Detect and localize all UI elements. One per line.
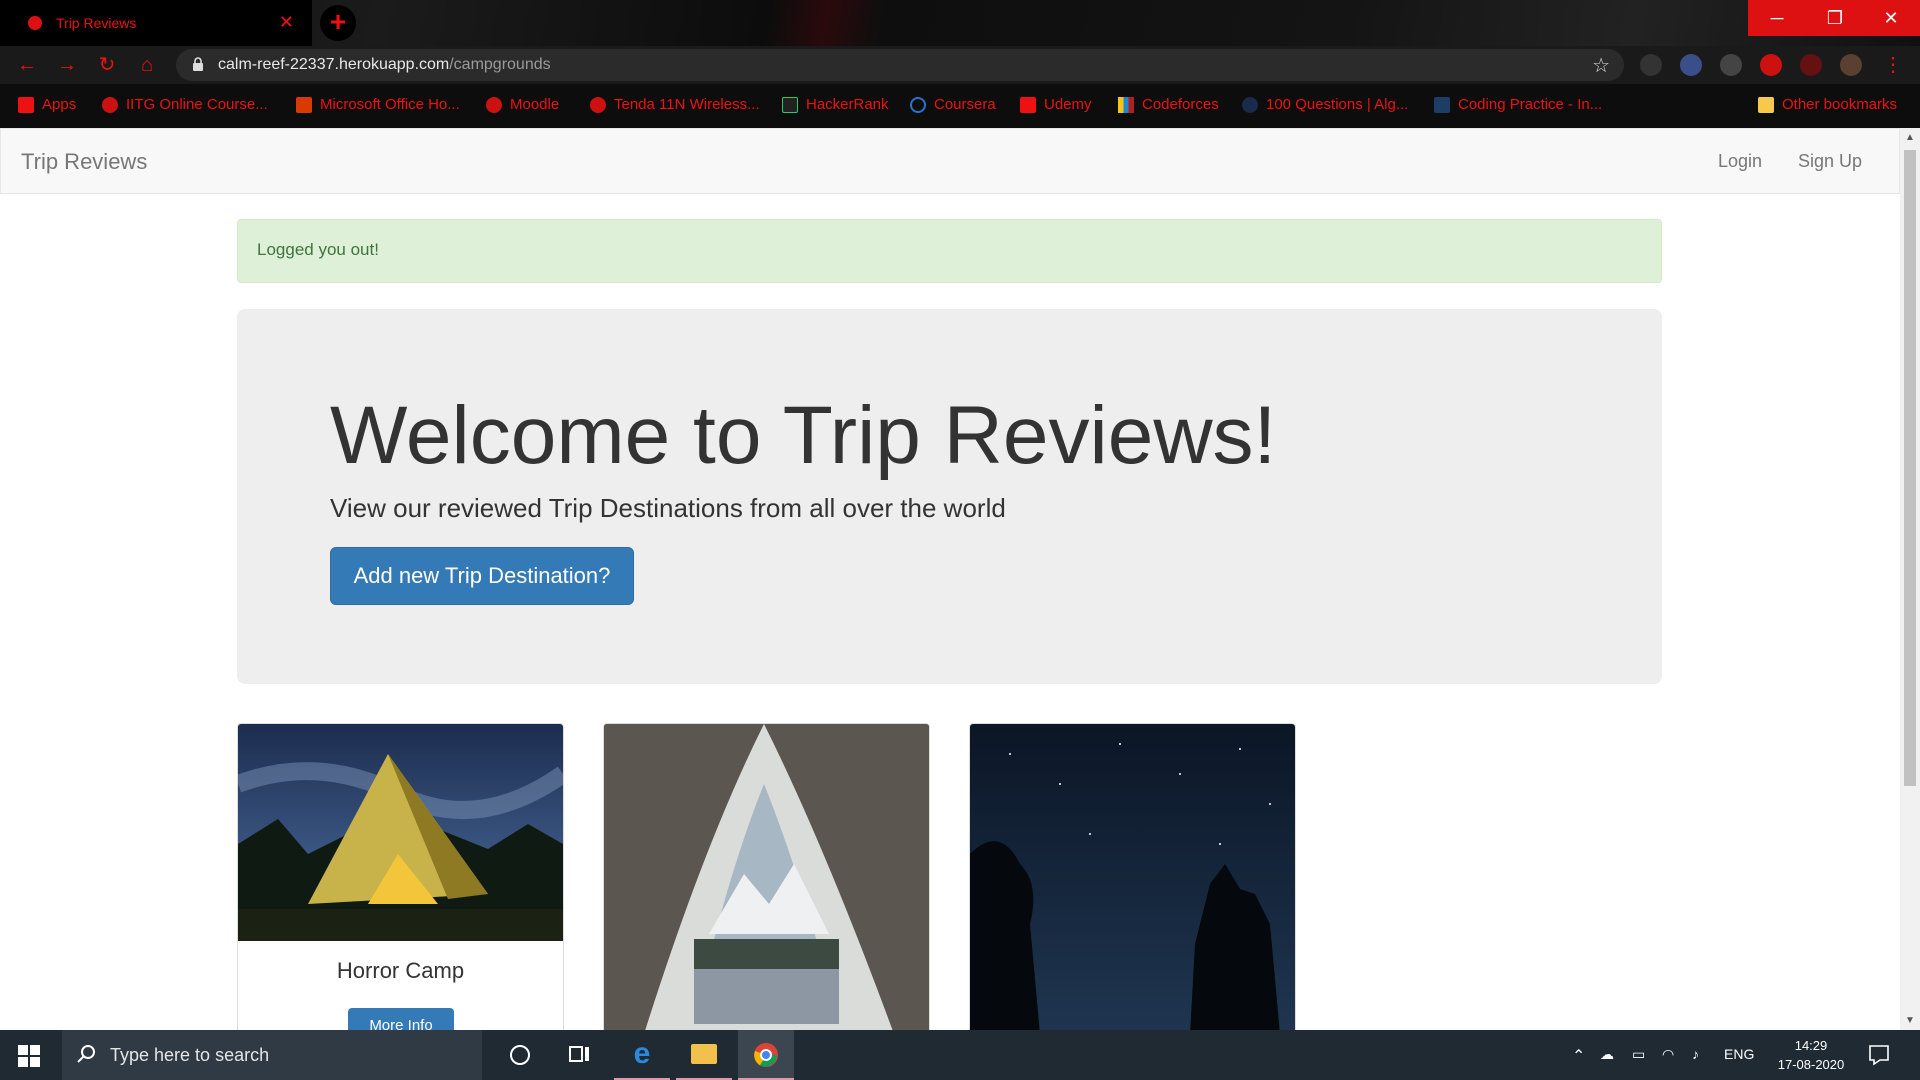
address-bar[interactable]: calm-reef-22337.herokuapp.com/campground…	[176, 49, 1624, 81]
coursera-icon	[910, 96, 926, 113]
hackerrank-icon	[782, 96, 798, 113]
folder-icon	[1758, 96, 1774, 113]
bookmark-star-icon[interactable]: ☆	[1592, 53, 1610, 78]
logout-alert: Logged you out!	[237, 219, 1662, 283]
destination-image[interactable]	[604, 724, 929, 1030]
home-icon[interactable]: ⌂	[134, 52, 160, 78]
page-title: Welcome to Trip Reviews!	[330, 390, 1277, 481]
signup-link[interactable]: Sign Up	[1798, 151, 1862, 172]
clock-date: 17-08-2020	[1777, 1057, 1845, 1072]
destination-card	[603, 723, 930, 1030]
volume-icon[interactable]: ♪	[1692, 1046, 1699, 1062]
office-icon	[296, 96, 312, 113]
bookmark-office[interactable]: Microsoft Office Ho...	[296, 96, 460, 113]
close-tab-icon[interactable]: ✕	[279, 12, 294, 33]
bookmark-tenda[interactable]: Tenda 11N Wireless...	[590, 96, 760, 113]
bookmark-coursera[interactable]: Coursera	[910, 96, 996, 113]
scroll-down-icon[interactable]: ▼	[1905, 1015, 1915, 1026]
destination-image[interactable]	[970, 724, 1295, 1030]
bookmark-codeforces[interactable]: Codeforces	[1118, 96, 1219, 113]
puzzle-extension-icon[interactable]	[1760, 54, 1782, 76]
battery-icon[interactable]: ▭	[1632, 1046, 1645, 1063]
browser-tab[interactable]: Trip Reviews ✕	[0, 0, 312, 46]
taskbar-search-box[interactable]: Type here to search	[62, 1030, 482, 1080]
login-link[interactable]: Login	[1718, 151, 1762, 172]
bookmark-apps[interactable]: Apps	[18, 96, 76, 113]
destination-card	[969, 723, 1296, 1030]
bookmarks-bar: Apps IITG Online Course... Microsoft Off…	[0, 84, 1920, 128]
task-view-icon[interactable]	[552, 1030, 608, 1080]
udemy-icon	[1020, 96, 1036, 113]
bookmark-hackerrank[interactable]: HackerRank	[782, 96, 889, 113]
destination-image[interactable]	[238, 724, 563, 941]
close-window-button[interactable]: ✕	[1862, 0, 1920, 36]
interviewbit-icon	[1434, 96, 1450, 113]
menu-dots-icon[interactable]: ⋮	[1880, 52, 1906, 78]
tab-favicon-icon	[26, 14, 44, 32]
windows-start-icon[interactable]	[18, 1045, 40, 1067]
chrome-icon[interactable]	[738, 1030, 794, 1080]
file-explorer-icon[interactable]	[676, 1030, 732, 1080]
page-subtitle: View our reviewed Trip Destinations from…	[330, 493, 1006, 523]
apps-grid-icon	[18, 96, 34, 113]
page-scrollbar[interactable]: ▲ ▼	[1900, 128, 1920, 1030]
add-destination-button[interactable]: Add new Trip Destination?	[330, 547, 634, 605]
profile-avatar[interactable]	[1840, 54, 1862, 76]
tab-title: Trip Reviews	[56, 15, 137, 31]
bookmark-other[interactable]: Other bookmarks	[1758, 96, 1897, 113]
cursor-extension-icon[interactable]	[1680, 54, 1702, 76]
browser-tab-strip: Trip Reviews ✕ + ─ ❐ ✕	[0, 0, 1920, 46]
codeforces-icon	[1118, 96, 1134, 113]
taskbar-clock[interactable]: 14:29 17-08-2020	[1774, 1036, 1848, 1074]
edge-icon[interactable]: e	[614, 1030, 670, 1080]
destination-name: Horror Camp	[336, 958, 465, 983]
new-tab-button[interactable]: +	[320, 5, 356, 41]
windows-taskbar: Type here to search e ⌃ ☁ ▭ ◠ ♪ ENG 14:2…	[0, 1030, 1920, 1080]
browser-toolbar: ← → ↻ ⌂ calm-reef-22337.herokuapp.com/ca…	[0, 46, 1920, 84]
destination-card: Horror Camp More Info	[237, 723, 564, 1030]
scroll-up-icon[interactable]: ▲	[1905, 132, 1915, 143]
bookmark-iitg[interactable]: IITG Online Course...	[102, 96, 268, 113]
welcome-jumbotron: Welcome to Trip Reviews! View our review…	[237, 309, 1662, 684]
scrollbar-thumb[interactable]	[1904, 150, 1916, 786]
globe-icon	[590, 96, 606, 113]
bookmark-moodle[interactable]: Moodle	[486, 96, 559, 113]
restore-button[interactable]: ❐	[1806, 0, 1864, 36]
more-info-button[interactable]: More Info	[348, 1008, 454, 1030]
wifi-icon[interactable]: ◠	[1662, 1046, 1674, 1063]
react-extension-icon[interactable]	[1720, 54, 1742, 76]
reload-icon[interactable]: ↻	[94, 52, 120, 78]
navbar-brand[interactable]: Trip Reviews	[21, 149, 147, 175]
web-page: Trip Reviews Login Sign Up Logged you ou…	[0, 128, 1900, 1030]
bookmark-100-questions[interactable]: 100 Questions | Alg...	[1242, 96, 1408, 113]
bookmark-udemy[interactable]: Udemy	[1020, 96, 1092, 113]
forward-icon[interactable]: →	[54, 52, 80, 78]
pen-extension-icon[interactable]	[1640, 54, 1662, 76]
site-navbar: Trip Reviews Login Sign Up	[0, 128, 1900, 194]
url-text: calm-reef-22337.herokuapp.com/campground…	[218, 56, 551, 73]
notifications-icon[interactable]	[1868, 1044, 1890, 1066]
language-indicator[interactable]: ENG	[1724, 1046, 1754, 1062]
search-icon	[77, 1045, 95, 1063]
minimize-button[interactable]: ─	[1748, 0, 1806, 36]
globe-icon	[486, 96, 502, 113]
lock-icon	[193, 57, 203, 71]
bookmark-coding-practice[interactable]: Coding Practice - In...	[1434, 96, 1602, 113]
globe-icon	[102, 96, 118, 113]
site-icon	[1242, 96, 1258, 113]
cortana-icon[interactable]	[492, 1030, 548, 1080]
onedrive-icon[interactable]: ☁	[1600, 1046, 1614, 1063]
clock-time: 14:29	[1794, 1038, 1828, 1053]
back-icon[interactable]: ←	[14, 52, 40, 78]
tray-chevron-icon[interactable]: ⌃	[1572, 1046, 1585, 1066]
media-extension-icon[interactable]	[1800, 54, 1822, 76]
search-placeholder: Type here to search	[110, 1045, 270, 1065]
